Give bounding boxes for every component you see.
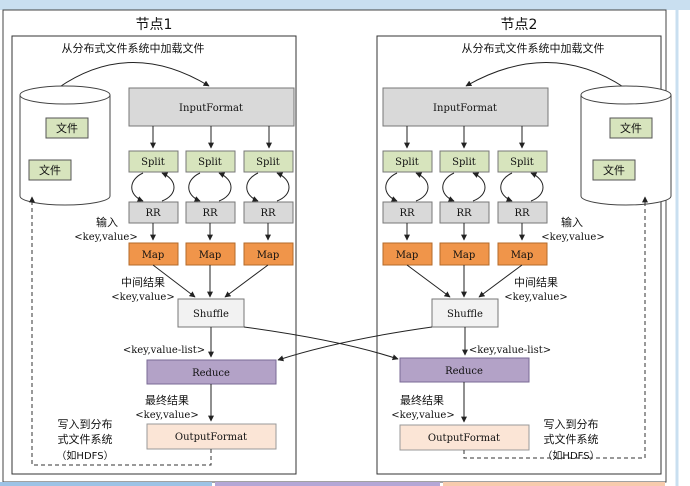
svg-text:RR: RR [514, 208, 530, 219]
node2-kvlist: <key,value-list> [469, 345, 551, 356]
footer-band-2 [215, 482, 440, 486]
svg-text:Map: Map [396, 250, 419, 261]
svg-text:OutputFormat: OutputFormat [175, 432, 247, 443]
svg-text:RR: RR [202, 208, 218, 219]
node2-input-kv: <key,value> [541, 232, 604, 243]
svg-text:InputFormat: InputFormat [179, 103, 243, 114]
svg-text:Shuffle: Shuffle [193, 309, 229, 320]
svg-text:文件: 文件 [39, 163, 61, 177]
node1-title: 节点1 [136, 17, 173, 33]
node1-storage-cylinder: 文件 文件 [19, 85, 111, 206]
node1-input-label: 输入 [96, 215, 118, 229]
svg-text:Shuffle: Shuffle [447, 309, 483, 320]
outer-frame [2, 9, 667, 483]
diagram-canvas: 节点1 从分布式文件系统中加载文件 文件 文件 InputFormat Spli… [0, 0, 690, 486]
svg-text:Split: Split [510, 157, 534, 168]
svg-text:Split: Split [141, 157, 165, 168]
svg-text:Map: Map [142, 250, 165, 261]
footer-band-1 [0, 482, 212, 486]
node1-write-line-3: （如HDFS） [56, 449, 113, 462]
svg-text:Split: Split [198, 157, 222, 168]
svg-text:RR: RR [456, 208, 472, 219]
svg-text:Reduce: Reduce [445, 366, 483, 377]
svg-text:Split: Split [256, 157, 280, 168]
node2-final-label: 最终结果 [400, 393, 444, 407]
node2-write-line-1: 写入到分布 [544, 418, 599, 431]
node2-input-label: 输入 [561, 215, 583, 229]
svg-text:Reduce: Reduce [192, 368, 230, 379]
svg-text:文件: 文件 [620, 121, 642, 135]
svg-text:文件: 文件 [56, 121, 78, 135]
node2-storage-cylinder: 文件 文件 [580, 85, 672, 206]
node2-load-label: 从分布式文件系统中加载文件 [462, 41, 605, 55]
node2-final-kv: <key,value> [391, 410, 454, 421]
node1-final-label: 最终结果 [145, 393, 189, 407]
node2-mid-kv: <key,value> [504, 292, 567, 303]
svg-text:Map: Map [511, 250, 534, 261]
svg-text:InputFormat: InputFormat [433, 103, 497, 114]
node1-final-kv: <key,value> [135, 410, 198, 421]
node2-write-line-3: （如HDFS） [542, 449, 599, 462]
svg-text:RR: RR [145, 208, 161, 219]
node2-title: 节点2 [501, 17, 538, 33]
mapreduce-diagram: 节点1 从分布式文件系统中加载文件 文件 文件 InputFormat Spli… [0, 0, 690, 486]
node1-write-line-1: 写入到分布 [58, 418, 113, 431]
svg-text:Split: Split [395, 157, 419, 168]
footer-band-3 [443, 482, 665, 486]
svg-text:OutputFormat: OutputFormat [428, 433, 500, 444]
node1-load-label: 从分布式文件系统中加载文件 [62, 41, 205, 55]
node1-mid-label: 中间结果 [121, 276, 165, 289]
svg-text:Map: Map [453, 250, 476, 261]
svg-text:Split: Split [452, 157, 476, 168]
svg-text:Map: Map [199, 250, 222, 261]
svg-text:Map: Map [257, 250, 280, 261]
header-band [0, 0, 690, 10]
node1-write-line-2: 式文件系统 [58, 432, 113, 446]
node1-kvlist: <key,value-list> [123, 345, 205, 356]
node1-input-kv: <key,value> [74, 232, 137, 243]
node2-write-line-2: 式文件系统 [544, 432, 599, 446]
svg-text:RR: RR [260, 208, 276, 219]
node2-mid-label: 中间结果 [514, 276, 558, 289]
svg-text:RR: RR [399, 208, 415, 219]
node1-mid-kv: <key,value> [111, 292, 174, 303]
svg-text:文件: 文件 [603, 163, 625, 177]
